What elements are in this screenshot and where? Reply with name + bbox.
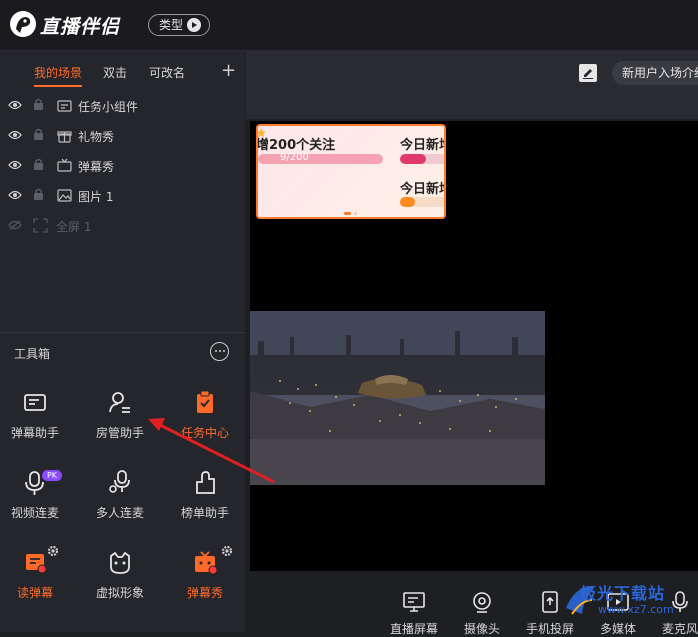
scene-label: 弹幕秀: [78, 160, 115, 174]
scene-label: 图片 1: [78, 190, 114, 204]
lock-icon[interactable]: [33, 188, 44, 201]
watermark-url: www.xz7.com: [598, 603, 674, 616]
widget-new-title-2: 今日新增: [400, 182, 444, 197]
tool-label: 榜单助手: [180, 506, 229, 520]
lock-icon[interactable]: [33, 128, 44, 141]
danmaku-show-icon: [195, 551, 218, 575]
tool-danmaku-show[interactable]: 弹幕秀: [165, 545, 245, 604]
tab-renameable[interactable]: 可改名: [149, 64, 185, 81]
tool-task-center[interactable]: 任务中心: [165, 388, 245, 444]
toolbox-title: 工具箱: [14, 347, 51, 361]
phone-cast-icon: [542, 591, 558, 613]
scene-item[interactable]: 任务小组件: [0, 91, 245, 121]
tool-label: 多人连麦: [95, 506, 144, 520]
source-camera[interactable]: 摄像头: [452, 586, 512, 636]
avatar-icon: [110, 551, 130, 574]
new-progress-fill-2: [400, 197, 415, 207]
tool-danmaku-assistant[interactable]: 弹幕助手: [0, 388, 75, 444]
watermark-text: 极光下载站: [580, 584, 666, 603]
edit-icon[interactable]: [579, 64, 597, 82]
tool-label: 任务中心: [180, 426, 229, 440]
scene-label: 全屏 1: [56, 220, 92, 234]
tab-my-scenes[interactable]: 我的场景: [34, 64, 82, 81]
danmaku-assistant-icon: [24, 394, 46, 411]
source-label: 直播屏幕: [389, 622, 438, 636]
lock-icon[interactable]: [33, 158, 44, 171]
tool-label: 视频连麦: [10, 506, 59, 520]
play-arrow-icon: [187, 18, 202, 32]
eye-icon[interactable]: [8, 160, 22, 170]
scene-item[interactable]: 全屏 1: [0, 211, 245, 241]
eye-icon[interactable]: [8, 190, 22, 200]
widget-new-title-1: 今日新增: [400, 138, 444, 153]
tv-icon: [57, 158, 72, 172]
tool-multi-mic[interactable]: 多人连麦: [80, 468, 160, 524]
pk-badge: PK: [42, 470, 62, 481]
ranking-icon: [196, 471, 215, 494]
tool-room-manager[interactable]: 房管助手: [80, 388, 160, 444]
eye-icon[interactable]: [8, 100, 22, 110]
new-progress-fill-1: [400, 154, 426, 164]
follow-progress-bar: [258, 154, 383, 164]
tool-label: 房管助手: [95, 426, 144, 440]
active-tab-indicator: [34, 85, 82, 87]
type-button[interactable]: 类型: [148, 14, 211, 36]
scene-item[interactable]: 图片 1: [0, 181, 245, 211]
camera-icon: [473, 592, 491, 613]
source-label: 摄像头: [463, 622, 500, 636]
app-logo-icon: [10, 11, 36, 37]
tool-label: 虚拟形象: [95, 586, 144, 600]
read-danmaku-icon: [26, 554, 47, 574]
tool-label: 读弹幕: [16, 586, 53, 600]
widget-follow-title: 增200个关注: [256, 138, 336, 153]
more-options-icon[interactable]: [210, 342, 229, 361]
tool-label: 弹幕助手: [10, 426, 59, 440]
task-center-icon: [197, 390, 213, 413]
settings-gear-icon[interactable]: [47, 545, 59, 557]
tool-label: 弹幕秀: [186, 586, 223, 600]
settings-gear-icon[interactable]: [221, 545, 233, 557]
tool-ranking[interactable]: 榜单助手: [165, 468, 245, 524]
eye-icon[interactable]: [8, 130, 22, 140]
multi-mic-icon: [109, 470, 130, 493]
scene-item[interactable]: 礼物秀: [0, 121, 245, 151]
night-city-image[interactable]: [250, 311, 545, 485]
tool-virtual-avatar[interactable]: 虚拟形象: [80, 548, 160, 604]
room-manager-icon: [109, 392, 130, 413]
scene-label: 礼物秀: [78, 130, 115, 144]
follow-progress-text: 9/200: [280, 152, 309, 163]
left-panel: 我的场景 双击 可改名 + 任务小组件 礼物秀 弹幕秀 图片 1 全屏 1 工具…: [0, 51, 245, 632]
tool-read-danmaku[interactable]: 读弹幕: [0, 545, 75, 604]
new-user-intro-button[interactable]: 新用户入场介绍: [612, 61, 698, 85]
source-screen[interactable]: 直播屏幕: [384, 586, 444, 636]
screen-icon: [403, 592, 425, 612]
pager-dots: [344, 212, 357, 215]
gift-icon: [57, 131, 72, 143]
tab-double-click[interactable]: 双击: [103, 64, 127, 81]
tool-video-mic[interactable]: PK 视频连麦: [0, 468, 75, 524]
add-scene-icon[interactable]: +: [221, 60, 236, 81]
fullscreen-icon: [33, 218, 48, 233]
image-icon: [57, 189, 72, 202]
widget-icon: [57, 100, 72, 112]
lock-icon[interactable]: [33, 98, 44, 111]
panel-divider: [0, 332, 245, 333]
scene-tabs: 我的场景 双击 可改名 +: [0, 51, 245, 91]
type-label: 类型: [159, 18, 184, 32]
app-brand: 直播伴侣: [40, 16, 121, 38]
title-bar: 直播伴侣 类型: [0, 0, 698, 51]
scene-label: 任务小组件: [78, 100, 139, 114]
task-widget[interactable]: 增200个关注 9/200 今日新增 今日新增: [256, 124, 446, 219]
scene-item[interactable]: 弹幕秀: [0, 151, 245, 181]
eye-hidden-icon[interactable]: [8, 220, 22, 230]
